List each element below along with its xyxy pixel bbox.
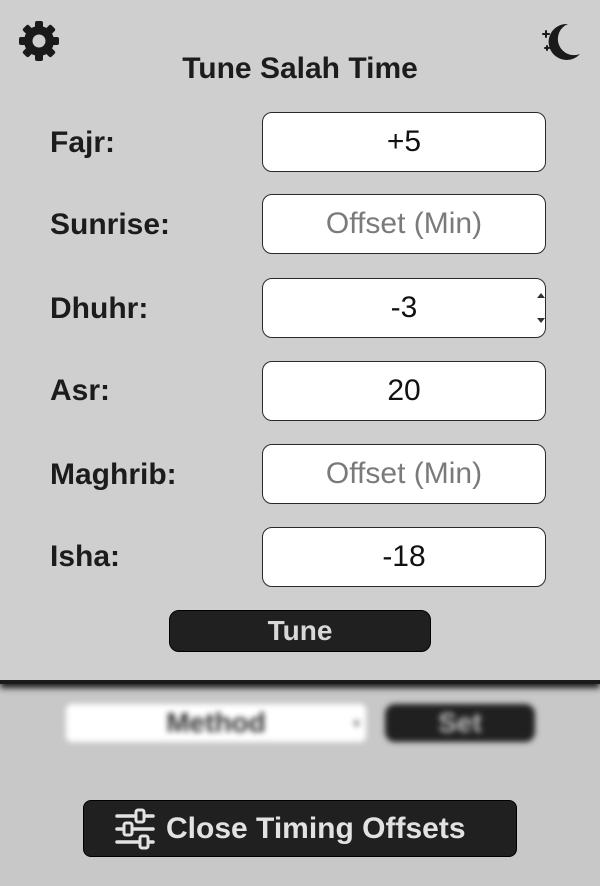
dhuhr-offset-input[interactable] [262, 278, 546, 338]
method-select-label: Method [166, 707, 266, 738]
sunrise-offset-input[interactable] [262, 194, 546, 254]
sliders-icon [115, 808, 155, 849]
tune-button[interactable]: Tune [169, 610, 431, 652]
set-button[interactable]: Set [385, 704, 535, 742]
blurred-background-controls: Method ▾ Set [0, 690, 600, 770]
fajr-offset-input[interactable] [262, 112, 546, 172]
asr-label: Asr: [50, 374, 111, 407]
maghrib-offset-input[interactable] [262, 444, 546, 504]
isha-offset-input[interactable] [262, 527, 546, 587]
chevron-down-icon: ▾ [352, 715, 360, 731]
maghrib-label: Maghrib: [50, 458, 177, 491]
fajr-label: Fajr: [50, 126, 116, 159]
isha-label: Isha: [50, 540, 121, 573]
number-stepper-icon[interactable] [535, 288, 547, 328]
dhuhr-label: Dhuhr: [50, 292, 149, 325]
asr-offset-input[interactable] [262, 361, 546, 421]
close-timing-offsets-label: Close Timing Offsets [166, 811, 466, 845]
sunrise-label: Sunrise: [50, 208, 171, 241]
tune-salah-panel: Tune Salah Time Fajr: Sunrise: Dhuhr: As… [0, 0, 600, 684]
panel-title: Tune Salah Time [182, 52, 418, 85]
method-select[interactable]: Method ▾ [66, 704, 366, 742]
close-timing-offsets-button[interactable]: Close Timing Offsets [83, 800, 517, 857]
